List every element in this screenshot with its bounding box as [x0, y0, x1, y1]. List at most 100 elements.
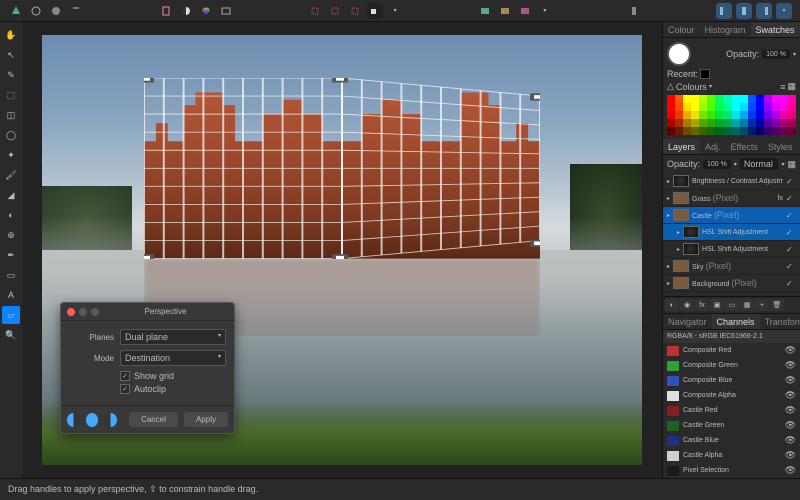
- show-grid-checkbox[interactable]: ✓Show grid: [120, 371, 226, 381]
- layer-expand-icon[interactable]: ▸: [667, 195, 670, 202]
- layer-opacity-field[interactable]: 100 %: [703, 160, 731, 169]
- color-swatch[interactable]: [756, 103, 764, 111]
- layer-expand-icon[interactable]: ▸: [667, 280, 670, 287]
- color-swatch[interactable]: [732, 95, 740, 103]
- tab-transform[interactable]: Transform: [760, 314, 800, 329]
- color-swatch[interactable]: [780, 111, 788, 119]
- quick-mask-icon[interactable]: ▾: [387, 3, 403, 19]
- foreground-color[interactable]: [667, 42, 691, 66]
- fill-tool[interactable]: ◢: [2, 186, 20, 204]
- color-swatch[interactable]: [756, 119, 764, 127]
- half-circle-icon[interactable]: [178, 3, 194, 19]
- color-swatch[interactable]: [707, 111, 715, 119]
- layer-visibility-icon[interactable]: ✓: [786, 262, 796, 271]
- auto-colors-icon[interactable]: [517, 3, 533, 19]
- auto-wb-icon[interactable]: ▾: [537, 3, 553, 19]
- color-swatch[interactable]: [732, 103, 740, 111]
- selection-add-icon[interactable]: [327, 3, 343, 19]
- autoclip-checkbox[interactable]: ✓Autoclip: [120, 384, 226, 394]
- rgb-wheel-icon[interactable]: [198, 3, 214, 19]
- text-tool[interactable]: A: [2, 286, 20, 304]
- color-swatch[interactable]: [667, 95, 675, 103]
- tab-swatches[interactable]: Swatches: [751, 22, 800, 37]
- color-swatch[interactable]: [732, 127, 740, 135]
- selection-tool[interactable]: ⬚: [2, 86, 20, 104]
- color-swatch[interactable]: [707, 103, 715, 111]
- color-swatch[interactable]: [748, 103, 756, 111]
- color-swatch[interactable]: [707, 127, 715, 135]
- layer-fx-icon[interactable]: fx: [695, 299, 709, 311]
- color-swatch[interactable]: [667, 119, 675, 127]
- color-swatch[interactable]: [675, 127, 683, 135]
- color-swatch[interactable]: [667, 111, 675, 119]
- layer-lock-icon[interactable]: ▦: [787, 159, 796, 170]
- layer-group-icon[interactable]: ▭: [725, 299, 739, 311]
- color-swatch[interactable]: [748, 95, 756, 103]
- color-swatch[interactable]: [780, 95, 788, 103]
- channel-visibility-icon[interactable]: 👁: [785, 450, 796, 461]
- color-swatch[interactable]: [715, 95, 723, 103]
- shape-tool[interactable]: ▭: [2, 266, 20, 284]
- tab-styles[interactable]: Styles: [763, 139, 798, 154]
- color-swatch[interactable]: [691, 95, 699, 103]
- color-swatch[interactable]: [675, 111, 683, 119]
- layer-visibility-icon[interactable]: ✓: [786, 228, 796, 237]
- color-swatch[interactable]: [764, 95, 772, 103]
- clone-tool[interactable]: ⊕: [2, 226, 20, 244]
- color-swatch[interactable]: [756, 95, 764, 103]
- layer-visibility-icon[interactable]: ✓: [786, 245, 796, 254]
- tab-effects[interactable]: Effects: [726, 139, 763, 154]
- color-swatch[interactable]: [772, 103, 780, 111]
- color-swatch[interactable]: [748, 111, 756, 119]
- layer-item[interactable]: ▸Brightness / Contrast Adjustme✓: [663, 173, 800, 190]
- mirror-icon[interactable]: [86, 413, 99, 427]
- layer-adjust-icon[interactable]: ◉: [680, 299, 694, 311]
- color-swatch[interactable]: [740, 119, 748, 127]
- color-swatch[interactable]: [691, 119, 699, 127]
- color-swatch[interactable]: [667, 127, 675, 135]
- color-swatch[interactable]: [732, 111, 740, 119]
- channel-visibility-icon[interactable]: 👁: [785, 420, 796, 431]
- after-icon[interactable]: [104, 413, 117, 427]
- color-grid[interactable]: [667, 95, 796, 135]
- color-swatch[interactable]: [675, 119, 683, 127]
- selection-subtract-icon[interactable]: [347, 3, 363, 19]
- arrange-more-icon[interactable]: ▾: [776, 3, 792, 19]
- channel-item[interactable]: Castle Blue👁: [663, 433, 800, 448]
- color-swatch[interactable]: [723, 119, 731, 127]
- close-icon[interactable]: [67, 308, 75, 316]
- arrange-center-icon[interactable]: [736, 3, 752, 19]
- pen-tool[interactable]: ✒: [2, 246, 20, 264]
- cancel-button[interactable]: Cancel: [129, 412, 178, 427]
- color-swatch[interactable]: [723, 127, 731, 135]
- view-mode-icon[interactable]: [218, 3, 234, 19]
- apply-button[interactable]: Apply: [184, 412, 228, 427]
- color-swatch[interactable]: [772, 95, 780, 103]
- color-swatch[interactable]: [715, 111, 723, 119]
- color-swatch[interactable]: [707, 119, 715, 127]
- color-swatch[interactable]: [764, 127, 772, 135]
- color-swatch[interactable]: [780, 103, 788, 111]
- color-swatch[interactable]: [764, 103, 772, 111]
- palette-menu-icon[interactable]: ≡: [780, 82, 785, 92]
- color-swatch[interactable]: [748, 119, 756, 127]
- auto-levels-icon[interactable]: [477, 3, 493, 19]
- blend-mode-select[interactable]: Normal: [740, 158, 779, 170]
- layer-item[interactable]: ▸HSL Shift Adjustment✓: [663, 224, 800, 241]
- channel-visibility-icon[interactable]: 👁: [785, 345, 796, 356]
- color-swatch[interactable]: [691, 111, 699, 119]
- layer-mask-icon[interactable]: ◐: [665, 299, 679, 311]
- tab-channels[interactable]: Channels: [712, 314, 760, 329]
- tab-histogram[interactable]: Histogram: [700, 22, 751, 37]
- color-swatch[interactable]: [715, 103, 723, 111]
- layer-visibility-icon[interactable]: ✓: [786, 177, 796, 186]
- channel-item[interactable]: Castle Green👁: [663, 418, 800, 433]
- color-swatch[interactable]: [764, 111, 772, 119]
- color-swatch[interactable]: [675, 103, 683, 111]
- crop-tool[interactable]: ◫: [2, 106, 20, 124]
- channel-item[interactable]: Castle Alpha👁: [663, 448, 800, 463]
- color-swatch[interactable]: [732, 119, 740, 127]
- color-swatch[interactable]: [699, 119, 707, 127]
- color-swatch[interactable]: [683, 95, 691, 103]
- zoom-tool[interactable]: 🔍: [2, 326, 20, 344]
